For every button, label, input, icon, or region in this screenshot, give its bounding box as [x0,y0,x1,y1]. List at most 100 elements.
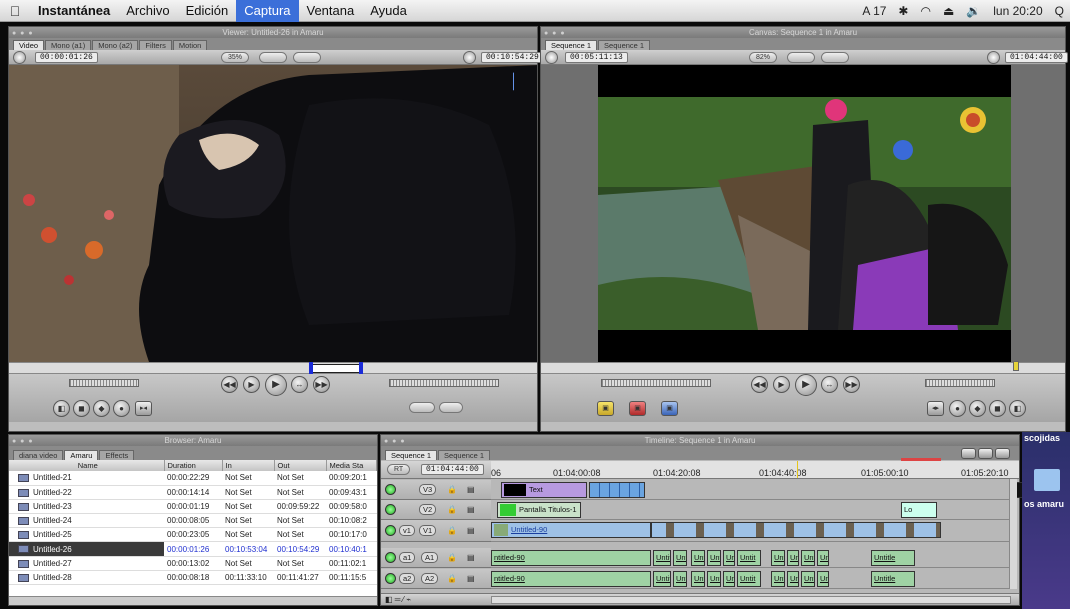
table-row[interactable]: Untitled-22 00:00:14:14 Not Set Not Set 00:0… [9,485,377,500]
auto-select-icon[interactable]: ▤ [467,485,475,494]
clip-overlay-button[interactable] [995,448,1010,459]
menu-archivo[interactable]: Archivo [118,0,177,22]
table-row[interactable]: Untitled-27 00:00:13:02 Not Set Not Set 00:1… [9,556,377,571]
audio-clip[interactable]: ntitled-90 [491,571,651,587]
audio-clip[interactable]: Unt [817,550,829,566]
table-row[interactable]: Untitled-23 00:00:01:19 Not Set 00:09:59:22… [9,499,377,515]
auto-select-a1-icon[interactable]: ▤ [467,553,475,562]
audio-clip[interactable]: Unt [817,571,829,587]
audio-clip[interactable]: Unt [801,550,815,566]
viewer-scrubber[interactable] [9,362,537,374]
app-menu[interactable]: Instantánea [30,0,118,22]
canvas-duration-timecode[interactable]: 00:05:11:13 [565,52,628,63]
canvas-overlay-popup[interactable] [821,52,849,63]
track-v1-visibility[interactable] [385,525,396,536]
audio-clip[interactable]: Untitle [871,571,915,587]
clip-text[interactable]: Text [501,482,587,498]
track-v3-label[interactable]: V3 [419,484,437,495]
viewer-video[interactable]: ⏐ [9,65,537,362]
canvas-add-keyframe-button[interactable]: ◆ [969,400,986,417]
viewer-jog[interactable] [389,379,499,387]
tab-timeline-seq1[interactable]: Sequence 1 [385,450,438,460]
clip-untitled-90[interactable]: Untitled-90 [491,522,651,538]
auto-select-v1-icon[interactable]: ▤ [467,526,475,535]
browser-hscroll[interactable] [9,596,377,605]
canvas-video[interactable] [541,65,1065,362]
viewer-duration-timecode[interactable]: 00:00:01:26 [35,52,98,63]
tab-timeline-seq1b[interactable]: Sequence 1 [438,450,491,460]
canvas-match-frame-button[interactable]: ◧ [1009,400,1026,417]
audio-clip[interactable]: Unt [787,550,799,566]
replace-button[interactable]: ▣ [661,401,678,416]
audio-clip[interactable]: Untit [737,571,761,587]
next-edit-button[interactable]: ▶▶ [313,376,330,393]
clip-v1-cuts[interactable] [651,522,941,538]
clock[interactable]: lun 20:20 [987,4,1048,18]
clip-lo[interactable]: Lo [901,502,937,518]
add-keyframe-button[interactable]: ◆ [93,400,110,417]
timeline-vscroll[interactable] [1009,479,1017,589]
audio-clip[interactable]: Untit [737,550,761,566]
tab-diana-video[interactable]: diana video [13,450,64,460]
canvas-play-around-button[interactable]: ↔ [821,376,838,393]
audio-clip[interactable]: ntitled-90 [491,550,651,566]
audio-clip[interactable]: Unt [707,550,721,566]
auto-select-v2-icon[interactable]: ▤ [467,505,475,514]
desktop-folder-label[interactable]: os amaru [1024,499,1068,509]
audio-clip[interactable]: Unt [723,550,735,566]
viewer-speed-icon[interactable] [463,51,476,64]
track-a1-label[interactable]: A1 [421,552,439,563]
col-duration[interactable]: Duration [164,460,223,471]
generator-popup[interactable] [439,402,463,413]
canvas-mark-clip-button[interactable]: ◼ [989,400,1006,417]
tab-effects[interactable]: Effects [99,450,135,460]
speaker-icon[interactable]: 🔉 [960,4,987,18]
audio-clip[interactable]: Untitle [871,550,915,566]
table-row[interactable]: Untitled-28 00:00:08:18 00:11:33:10 00:11:4… [9,570,377,586]
clip-pantalla-titulos[interactable]: Pantalla Titulos-1 [497,502,581,518]
viewer-zoom-popup[interactable]: 35% [221,52,250,63]
lock-v2-icon[interactable]: 🔒 [447,505,457,514]
play-in-out-button[interactable]: ▶ [243,376,260,393]
timeline-current-timecode[interactable]: 01:04:44:00 [421,464,484,475]
tab-amaru[interactable]: Amaru [64,450,99,460]
linking-button[interactable] [978,448,993,459]
audio-clip[interactable]: Unt [691,571,705,587]
timeline-ruler[interactable]: 06 01:04:00:08 01:04:20:08 01:04:40:08 0… [491,458,1019,478]
mark-clip-button[interactable]: ◼ [73,400,90,417]
col-name[interactable]: Name [9,460,165,471]
tab-sequence-1[interactable]: Sequence 1 [545,40,598,50]
tab-mono-a1[interactable]: Mono (a1) [45,40,92,50]
canvas-speed-icon[interactable] [987,51,1000,64]
menu-ayuda[interactable]: Ayuda [362,0,415,22]
play-button[interactable]: ▶ [265,374,287,396]
insert-button[interactable]: ▣ [597,401,614,416]
audio-clip[interactable]: Unt [723,571,735,587]
match-frame-button[interactable]: ◧ [53,400,70,417]
recent-clips-popup[interactable] [409,402,435,413]
menu-captura[interactable]: Captura [236,0,299,22]
tab-filters[interactable]: Filters [139,40,172,50]
clip-keyframes-icon[interactable]: ◧ ═ ⁄ ⌁ [385,595,411,604]
input-menu-badge[interactable]: A 17 [856,4,892,18]
audio-clip[interactable]: Untitl [653,550,671,566]
canvas-play-in-out-button[interactable]: ▶ [773,376,790,393]
in-point-marker[interactable] [309,362,313,374]
apple-menu-icon[interactable]:  [0,3,30,19]
lock-a1-icon[interactable]: 🔒 [447,553,457,562]
canvas-next-edit-button[interactable]: ▶▶ [843,376,860,393]
canvas-window-buttons-icon[interactable]: ● ● ● [544,28,566,39]
canvas-audio-icon[interactable] [545,51,558,64]
timeline-hscroll[interactable] [491,596,1011,604]
viewer-shuttle[interactable] [69,379,139,387]
auto-select-a2-icon[interactable]: ▤ [467,574,475,583]
audio-clip[interactable]: Unt [707,571,721,587]
wifi-icon[interactable]: ◠ [914,4,936,18]
canvas-play-button[interactable]: ▶ [795,374,817,396]
canvas-add-marker-button[interactable]: ● [949,400,966,417]
track-a2-audible[interactable] [385,573,396,584]
canvas-scrubber[interactable] [541,361,1065,374]
canvas-mark-in-out-button[interactable]: ◂▸ [927,401,944,416]
viewer-current-timecode[interactable]: 00:10:54:29 [481,52,544,63]
tab-motion[interactable]: Motion [172,40,208,50]
